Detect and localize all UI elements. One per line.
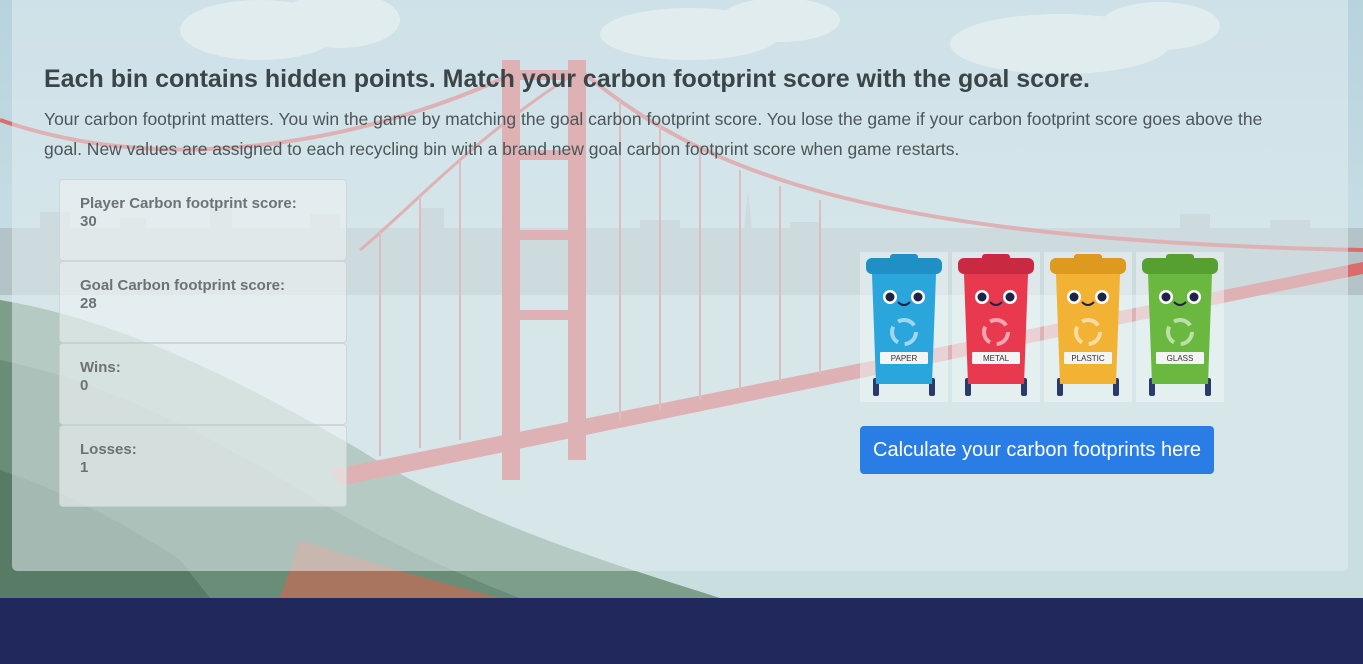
player-score-label: Player Carbon footprint score: xyxy=(80,195,297,212)
bin-plastic-illustration: PLASTIC xyxy=(1050,254,1126,396)
player-score-value: 30 xyxy=(80,213,97,230)
bin-paper-illustration: PAPER xyxy=(866,254,942,396)
wins-value: 0 xyxy=(80,377,89,394)
background-scene: Each bin contains hidden points. Match y… xyxy=(0,0,1363,598)
bin-label: GLASS xyxy=(1167,354,1194,363)
game-rules-text: Your carbon footprint matters. You win t… xyxy=(44,109,1263,159)
bin-glass[interactable]: GLASS xyxy=(1136,252,1224,402)
goal-score-label: Goal Carbon footprint score: xyxy=(80,277,286,294)
recycling-bins: PAPER METAL PLASTIC GLASS xyxy=(860,252,1224,402)
losses-label: Losses: xyxy=(80,441,137,458)
player-score-card: Player Carbon footprint score: 30 xyxy=(59,179,347,261)
game-card: Each bin contains hidden points. Match y… xyxy=(12,0,1348,571)
goal-score-value: 28 xyxy=(80,295,97,312)
bin-label: METAL xyxy=(983,354,1010,363)
goal-score-card: Goal Carbon footprint score: 28 xyxy=(59,261,347,343)
score-panel: Player Carbon footprint score: 30 Goal C… xyxy=(59,179,347,507)
losses-value: 1 xyxy=(80,459,89,476)
bin-metal[interactable]: METAL xyxy=(952,252,1040,402)
wins-card: Wins: 0 xyxy=(59,343,347,425)
footer-bar xyxy=(0,598,1363,664)
bin-label: PLASTIC xyxy=(1071,354,1105,363)
bin-label: PAPER xyxy=(891,354,918,363)
bin-metal-illustration: METAL xyxy=(958,254,1034,396)
bin-paper[interactable]: PAPER xyxy=(860,252,948,402)
game-instructions-title: Each bin contains hidden points. Match y… xyxy=(44,65,1090,93)
bin-plastic[interactable]: PLASTIC xyxy=(1044,252,1132,402)
calculate-carbon-footprint-button[interactable]: Calculate your carbon footprints here xyxy=(860,426,1214,474)
losses-card: Losses: 1 xyxy=(59,425,347,507)
wins-label: Wins: xyxy=(80,359,121,376)
bin-glass-illustration: GLASS xyxy=(1142,254,1218,396)
